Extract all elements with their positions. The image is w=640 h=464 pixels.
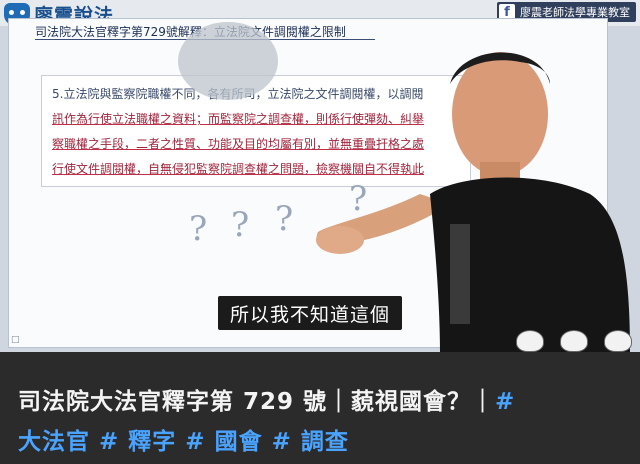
video-player[interactable]: 廖震說法 f 廖震老師法學專業教室 司法院大法官釋字第729號解釋：立法院文件調…	[0, 0, 640, 352]
mascot-icon	[516, 330, 544, 352]
caption-title: 司法院大法官釋字第 729 號｜藐視國會？｜	[18, 389, 496, 415]
mascot-icon	[604, 330, 632, 352]
video-frame: 廖震說法 f 廖震老師法學專業教室 司法院大法官釋字第729號解釋：立法院文件調…	[0, 0, 640, 464]
handwritten-question-mark: ?	[231, 205, 250, 245]
video-subtitle: 所以我不知道這個	[218, 296, 403, 330]
hashtag-symbol[interactable]: #	[495, 389, 515, 415]
caption-title-line: 司法院大法官釋字第 729 號｜藐視國會？｜#	[18, 382, 626, 416]
post-caption: 司法院大法官釋字第 729 號｜藐視國會？｜# 大法官 # 釋字 # 國會 # …	[0, 352, 640, 464]
caption-hashtags[interactable]: 大法官 # 釋字 # 國會 # 調查	[18, 422, 626, 456]
handwritten-question-mark: ?	[189, 209, 208, 249]
mascot-icon	[560, 330, 588, 352]
slide-corner-mark: □	[11, 335, 20, 345]
lens-glare	[178, 22, 278, 100]
handwritten-question-mark: ?	[275, 199, 294, 239]
